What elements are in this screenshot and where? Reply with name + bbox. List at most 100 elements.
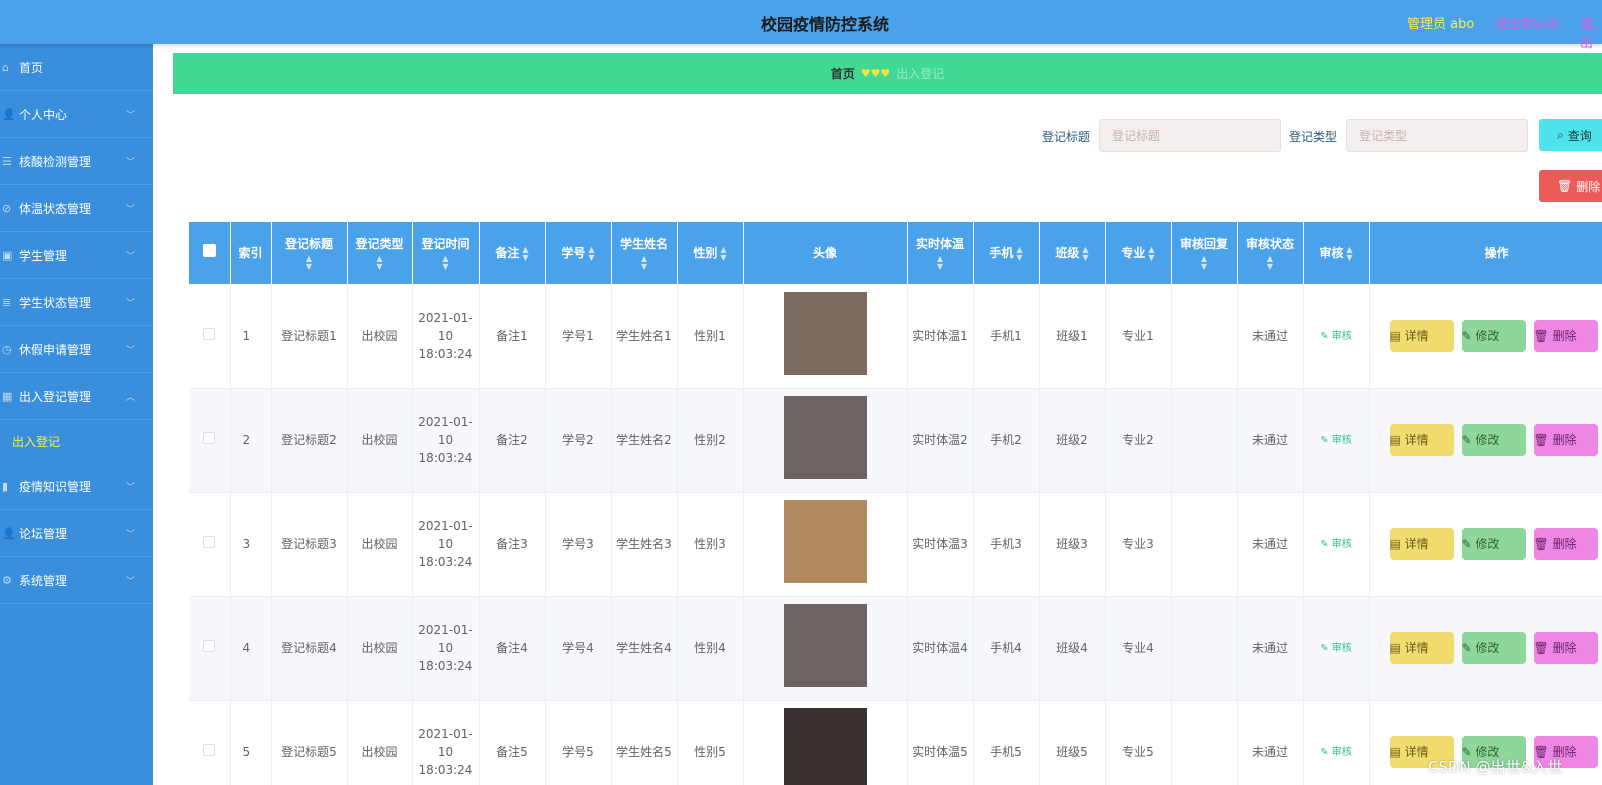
detail-button[interactable]: ▤ 详情 (1389, 319, 1454, 352)
sort-icon[interactable]: ▲ ▼ (1240, 255, 1301, 271)
avatar[interactable] (783, 708, 867, 785)
column-header[interactable]: 审核状态 ▲ ▼ (1237, 222, 1304, 284)
column-header[interactable]: 操作 (1369, 222, 1602, 284)
batch-delete-button[interactable]: 🗑 删除 (1539, 170, 1602, 202)
delete-button[interactable]: 🗑 删除 (1533, 632, 1598, 664)
column-header[interactable]: 登记类型 ▲ ▼ (347, 222, 413, 284)
delete-button[interactable]: 🗑 删除 (1533, 528, 1598, 560)
sort-icon[interactable]: ▲ ▼ (1082, 245, 1088, 262)
row-checkbox[interactable] (203, 640, 216, 652)
sidebar-subitem-entry-registration[interactable]: 出入登记 (0, 420, 153, 463)
column-header[interactable]: 审核 ▲ ▼ (1303, 222, 1370, 284)
delete-button[interactable]: 🗑 删除 (1533, 319, 1598, 352)
avatar[interactable] (783, 291, 867, 375)
cell-phone: 手机5 (973, 700, 1040, 785)
table-row[interactable]: 5 登记标题5 出校园 2021-01-10 18:03:24 备注5 学号5 学生姓名5 性… (189, 700, 1602, 785)
edit-pen-icon: ✎ (1320, 643, 1332, 654)
sidebar-item-after-0[interactable]: ▮ 疫情知识管理 ﹀ (0, 463, 153, 510)
query-button[interactable]: ⌕ 查询 (1539, 119, 1602, 151)
cell-type: 出校园 (347, 388, 413, 493)
sort-icon[interactable]: ▲ ▼ (614, 255, 675, 271)
sidebar-item-1[interactable]: 👤 个人中心 ﹀ (0, 91, 153, 138)
select-all-checkbox[interactable] (202, 244, 216, 257)
sidebar-item-7[interactable]: ▦ 出入登记管理 ︿ (0, 373, 153, 420)
cell-time: 2021-01-10 18:03:24 (412, 596, 480, 701)
sort-icon[interactable]: ▲ ▼ (1346, 245, 1352, 262)
audit-label: 审核 (1331, 747, 1352, 758)
edit-button[interactable]: ✎ 修改 (1461, 424, 1526, 456)
column-header[interactable]: 学生姓名 ▲ ▼ (611, 222, 678, 284)
table-row[interactable]: 2 登记标题2 出校园 2021-01-10 18:03:24 备注2 学号2 学生姓名2 性… (189, 388, 1602, 493)
audit-link[interactable]: ✎ 审核 (1320, 747, 1352, 758)
row-checkbox[interactable] (203, 432, 216, 444)
sort-icon[interactable]: ▲ ▼ (1148, 245, 1154, 262)
title-search-input[interactable]: 登记标题 (1099, 119, 1281, 152)
sidebar-item-label: 论坛管理 (19, 526, 68, 541)
edit-button[interactable]: ✎ 修改 (1461, 528, 1526, 560)
table-row[interactable]: 4 登记标题4 出校园 2021-01-10 18:03:24 备注4 学号4 学生姓名4 性… (189, 596, 1602, 701)
sort-icon[interactable]: ▲ ▼ (910, 255, 971, 271)
audit-link[interactable]: ✎ 审核 (1320, 539, 1352, 550)
avatar[interactable] (783, 500, 867, 583)
detail-button[interactable]: ▤ 详情 (1389, 424, 1454, 456)
row-checkbox[interactable] (203, 536, 216, 548)
sort-icon[interactable]: ▲ ▼ (274, 255, 345, 271)
sidebar-item-4[interactable]: ▣ 学生管理 ﹀ (0, 232, 153, 279)
column-header[interactable]: 备注 ▲ ▼ (479, 222, 546, 284)
back-to-frontend-link[interactable]: 退出到前台 (1495, 13, 1560, 32)
type-search-input[interactable]: 登记类型 (1346, 119, 1528, 152)
sidebar-item-label: 核酸检测管理 (19, 154, 92, 169)
column-header-label: 索引 (238, 246, 263, 260)
table-row[interactable]: 1 登记标题1 出校园 2021-01-10 18:03:24 备注1 学号1 学生姓名1 性… (189, 284, 1602, 389)
column-header[interactable]: 登记标题 ▲ ▼ (271, 222, 348, 284)
column-header[interactable]: 学号 ▲ ▼ (545, 222, 612, 284)
sidebar-item-5[interactable]: ≣ 学生状态管理 ﹀ (0, 279, 153, 326)
edit-button[interactable]: ✎ 修改 (1461, 632, 1526, 664)
sort-icon[interactable]: ▲ ▼ (588, 245, 594, 262)
sidebar-item-2[interactable]: ☰ 核酸检测管理 ﹀ (0, 138, 153, 185)
breadcrumb-home[interactable]: 首页 (831, 65, 855, 82)
avatar[interactable] (783, 604, 867, 687)
edit-button[interactable]: ✎ 修改 (1461, 319, 1526, 352)
sidebar-item-after-1[interactable]: 👤 论坛管理 ﹀ (0, 510, 153, 557)
sidebar-item-6[interactable]: ◷ 休假申请管理 ﹀ (0, 326, 153, 373)
column-header-label: 班级 (1055, 246, 1080, 260)
sort-icon[interactable]: ▲ ▼ (415, 255, 477, 271)
sidebar-item-after-2[interactable]: ⚙ 系统管理 ﹀ (0, 557, 153, 604)
delete-button[interactable]: 🗑 删除 (1533, 424, 1598, 456)
audit-link[interactable]: ✎ 审核 (1320, 435, 1352, 446)
audit-link[interactable]: ✎ 审核 (1320, 331, 1352, 342)
table-row[interactable]: 3 登记标题3 出校园 2021-01-10 18:03:24 备注3 学号3 学生姓名3 性… (189, 492, 1602, 597)
sort-icon[interactable]: ▲ ▼ (1174, 255, 1235, 271)
cell-phone: 手机2 (973, 388, 1040, 493)
row-checkbox[interactable] (203, 744, 216, 756)
column-header[interactable]: 索引 (230, 222, 272, 284)
sort-icon[interactable]: ▲ ▼ (1016, 245, 1022, 262)
detail-button[interactable]: ▤ 详情 (1389, 632, 1454, 664)
sort-icon[interactable]: ▲ ▼ (720, 245, 726, 262)
sidebar-item-label: 系统管理 (19, 573, 68, 588)
column-header[interactable]: 专业 ▲ ▼ (1105, 222, 1172, 284)
logout-link[interactable]: 退出 (1580, 13, 1602, 51)
cell-sid: 学号5 (545, 700, 612, 785)
row-select-cell (189, 596, 231, 701)
edit-label: 修改 (1475, 537, 1500, 551)
row-select-cell (189, 284, 231, 389)
row-checkbox[interactable] (203, 327, 216, 340)
avatar[interactable] (783, 396, 867, 479)
trash-icon: 🗑 (1533, 537, 1553, 551)
sidebar-item-3[interactable]: ⊘ 体温状态管理 ﹀ (0, 185, 153, 232)
cell-index: 3 (230, 492, 272, 597)
audit-link[interactable]: ✎ 审核 (1320, 643, 1352, 654)
column-header[interactable]: 实时体温 ▲ ▼ (907, 222, 974, 284)
sort-icon[interactable]: ▲ ▼ (350, 255, 410, 271)
sort-icon[interactable]: ▲ ▼ (522, 245, 528, 262)
column-header[interactable]: 性别 ▲ ▼ (677, 222, 744, 284)
column-header[interactable]: 手机 ▲ ▼ (973, 222, 1040, 284)
sidebar-item-0[interactable]: ⌂ 首页 (0, 44, 153, 91)
column-header[interactable]: 班级 ▲ ▼ (1039, 222, 1106, 284)
column-header[interactable]: 审核回复 ▲ ▼ (1171, 222, 1238, 284)
detail-button[interactable]: ▤ 详情 (1389, 528, 1454, 560)
column-header[interactable]: 登记时间 ▲ ▼ (412, 222, 480, 284)
column-header[interactable]: 头像 (743, 222, 908, 284)
